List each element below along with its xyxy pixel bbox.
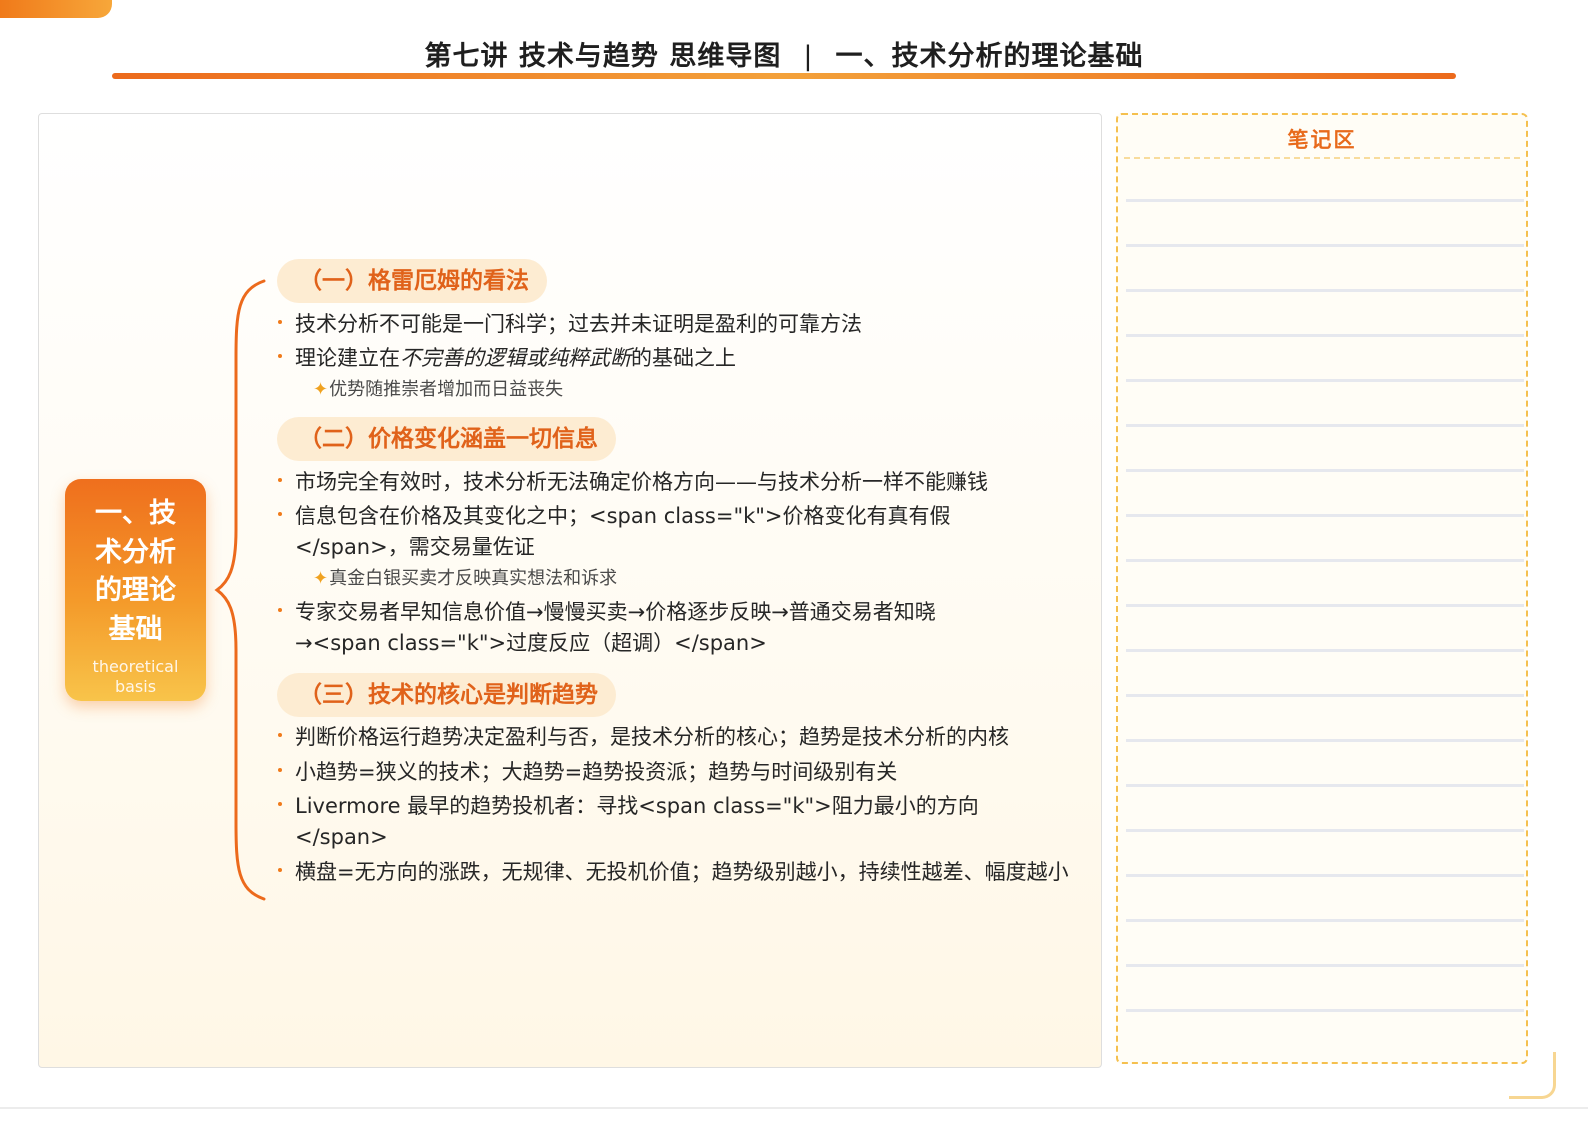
star-icon: ✦ xyxy=(313,568,329,589)
note-line xyxy=(1126,784,1524,787)
page-title: 第七讲 技术与趋势 思维导图 | 一、技术分析的理论基础 xyxy=(0,34,1568,73)
note-line xyxy=(1126,334,1524,337)
page-title-section: 一、技术分析的理论基础 xyxy=(835,41,1144,72)
section-heading-2: （二）价格变化涵盖一切信息 xyxy=(277,417,616,461)
note-line xyxy=(1126,514,1524,517)
emphasized-text: 不完善的逻辑或纯粹武断 xyxy=(400,346,631,370)
mindmap-brace xyxy=(214,279,266,901)
corner-decoration xyxy=(1509,1052,1556,1099)
notes-panel[interactable]: 笔记区 xyxy=(1116,113,1528,1064)
bullet-text: 的基础之上 xyxy=(631,346,736,370)
note-line xyxy=(1126,604,1524,607)
section-3-bullet-3: Livermore 最早的趋势投机者：寻找<span class="k">阻力最… xyxy=(278,791,1015,853)
title-separator: | xyxy=(803,41,814,72)
section-heading-3: （三）技术的核心是判断趋势 xyxy=(277,673,616,717)
note-line xyxy=(1126,289,1524,292)
note-line xyxy=(1126,559,1524,562)
bullet-text: 理论建立在 xyxy=(295,346,400,370)
section-2-bullet-3: 专家交易者早知信息价值→慢慢买卖→价格逐步反映→普通交易者知晓→<span cl… xyxy=(278,597,995,659)
section-1-bullet-1: 技术分析不可能是一门科学；过去并未证明是盈利的可靠方法 xyxy=(278,309,1085,340)
section-3-bullet-2: 小趋势=狭义的技术；大趋势=趋势投资派；趋势与时间级别有关 xyxy=(278,757,1085,788)
note-line xyxy=(1126,739,1524,742)
root-node-subtitle: theoretical basis xyxy=(92,657,179,696)
footer-divider xyxy=(0,1107,1588,1109)
note-line xyxy=(1126,1009,1524,1012)
note-line xyxy=(1126,649,1524,652)
note-line xyxy=(1126,244,1524,247)
note-line xyxy=(1126,694,1524,697)
section-2-bullet-2: 信息包含在价格及其变化之中；<span class="k">价格变化有真有假</… xyxy=(278,501,995,563)
header-divider xyxy=(112,73,1456,79)
section-2-bullet-1: 市场完全有效时，技术分析无法确定价格方向——与技术分析一样不能赚钱 xyxy=(278,467,1085,498)
note-line xyxy=(1126,919,1524,922)
note-text: 真金白银买卖才反映真实想法和诉求 xyxy=(329,568,618,589)
note-line xyxy=(1126,424,1524,427)
section-3-bullet-4: 横盘=无方向的涨跌，无规律、无投机价值；趋势级别越小，持续性越差、幅度越小 xyxy=(278,857,1085,888)
root-node-title: 一、技术分析的理论基础 xyxy=(95,498,176,645)
star-icon: ✦ xyxy=(313,379,329,400)
root-node: 一、技术分析的理论基础 theoretical basis xyxy=(65,479,206,701)
note-line xyxy=(1126,379,1524,382)
section-1-bullet-2: 理论建立在不完善的逻辑或纯粹武断的基础之上 xyxy=(278,343,1085,374)
section-3-bullet-1: 判断价格运行趋势决定盈利与否，是技术分析的核心；趋势是技术分析的内核 xyxy=(278,722,1085,753)
note-line xyxy=(1126,964,1524,967)
notes-panel-title: 笔记区 xyxy=(1124,115,1520,159)
page-title-lecture: 第七讲 技术与趋势 思维导图 xyxy=(424,41,782,72)
section-heading-1: （一）格雷厄姆的看法 xyxy=(277,259,547,303)
note-line xyxy=(1126,829,1524,832)
note-line xyxy=(1126,874,1524,877)
note-line xyxy=(1126,199,1524,202)
corner-tab-decoration xyxy=(0,0,112,18)
section-1-note: ✦优势随推崇者增加而日益丧失 xyxy=(313,378,563,402)
note-text: 优势随推崇者增加而日益丧失 xyxy=(329,379,564,400)
note-line xyxy=(1126,469,1524,472)
section-2-note: ✦真金白银买卖才反映真实想法和诉求 xyxy=(313,567,617,591)
